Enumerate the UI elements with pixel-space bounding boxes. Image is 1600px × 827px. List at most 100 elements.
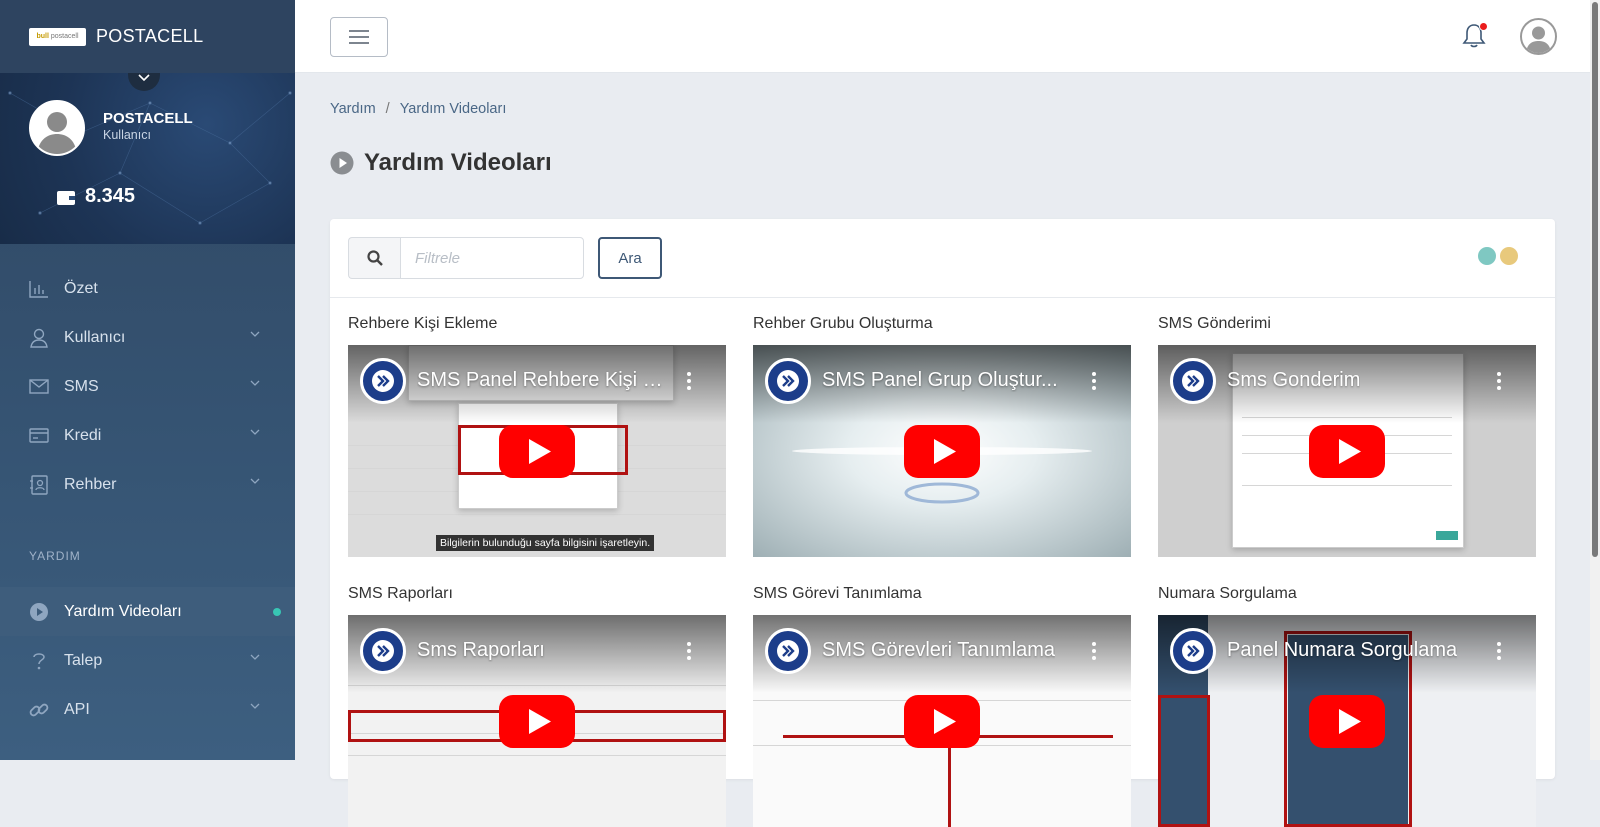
- thumbnail-line: [348, 514, 726, 515]
- channel-logo[interactable]: [765, 358, 811, 404]
- search-icon: [366, 250, 383, 266]
- channel-logo[interactable]: [360, 358, 406, 404]
- video-card-title: SMS Gönderimi: [1158, 315, 1271, 332]
- chevron-down-icon: [250, 331, 260, 337]
- profile-role: Kullanıcı: [103, 128, 151, 142]
- youtube-play-button[interactable]: [1309, 425, 1385, 478]
- profile-name: POSTACELL: [103, 110, 193, 127]
- more-options-icon[interactable]: [1092, 642, 1096, 660]
- wallet-icon: [57, 190, 75, 205]
- breadcrumb-separator: /: [385, 101, 390, 117]
- thumbnail-highlight-line: [948, 735, 951, 827]
- video-embed-title[interactable]: Panel Numara Sorgulama: [1227, 639, 1457, 662]
- youtube-play-button[interactable]: [499, 695, 575, 748]
- balance-value: 8.345: [85, 185, 136, 207]
- thumbnail-highlight: [1158, 695, 1210, 827]
- video-caption: Bilgilerin bulunduğu sayfa bilgisini işa…: [436, 535, 655, 551]
- avatar[interactable]: [29, 100, 85, 156]
- search-button[interactable]: Ara: [598, 237, 662, 279]
- notifications-button[interactable]: [1462, 22, 1488, 53]
- chevron-down-icon: [138, 74, 150, 82]
- more-options-icon[interactable]: [1497, 372, 1501, 390]
- active-indicator: [273, 608, 281, 616]
- channel-logo[interactable]: [1170, 628, 1216, 674]
- channel-logo[interactable]: [1170, 358, 1216, 404]
- sidebar-item-label: Kredi: [64, 426, 102, 444]
- youtube-play-button[interactable]: [1309, 695, 1385, 748]
- sidebar-item-talep[interactable]: Talep: [0, 636, 295, 685]
- fast-forward-icon: [372, 640, 394, 662]
- breadcrumb-root[interactable]: Yardım: [330, 101, 376, 117]
- scrollbar-thumb[interactable]: [1592, 2, 1598, 557]
- video-card: SMS Görevi Tanımlama SMS Görevleri Tanım…: [753, 585, 1131, 827]
- sidebar-nav: Özet Kullanıcı SMS Kredi Rehber YARDIM Y…: [0, 244, 295, 734]
- sidebar-item-rehber[interactable]: Rehber: [0, 460, 295, 509]
- breadcrumb-current[interactable]: Yardım Videoları: [400, 101, 507, 117]
- video-card: SMS Raporları Sms Raporları: [348, 585, 726, 827]
- user-icon: [29, 328, 49, 348]
- video-player[interactable]: Sms Gonderim: [1158, 345, 1536, 557]
- video-player[interactable]: SMS Panel Grup Oluştur...: [753, 345, 1131, 557]
- more-options-icon[interactable]: [1497, 642, 1501, 660]
- page-scrollbar[interactable]: [1590, 0, 1600, 760]
- sidebar-item-kredi[interactable]: Kredi: [0, 411, 295, 460]
- more-options-icon[interactable]: [687, 642, 691, 660]
- page-title-text: Yardım Videoları: [364, 149, 552, 176]
- sidebar-item-kullanici[interactable]: Kullanıcı: [0, 313, 295, 362]
- chevron-down-icon: [250, 478, 260, 484]
- sidebar-item-ozet[interactable]: Özet: [0, 264, 295, 313]
- video-card: SMS Gönderimi Sms Gonderim: [1158, 315, 1536, 557]
- more-options-icon[interactable]: [687, 372, 691, 390]
- question-icon: [29, 651, 49, 671]
- thumbnail-line: [1242, 485, 1452, 486]
- sidebar-item-yardim-videolari[interactable]: Yardım Videoları: [0, 587, 295, 636]
- network-background: [8, 91, 292, 225]
- video-embed-title[interactable]: SMS Panel Rehbere Kişi E...: [417, 369, 667, 392]
- more-options-icon[interactable]: [1092, 372, 1096, 390]
- video-player[interactable]: Sms Raporları: [348, 615, 726, 827]
- user-silhouette-icon: [1526, 26, 1551, 53]
- video-embed-title[interactable]: SMS Panel Grup Oluştur...: [822, 369, 1058, 392]
- video-embed-title[interactable]: Sms Gonderim: [1227, 369, 1360, 392]
- sidebar-item-label: API: [64, 700, 90, 718]
- sidebar-item-sms[interactable]: SMS: [0, 362, 295, 411]
- video-player[interactable]: Panel Numara Sorgulama: [1158, 615, 1536, 827]
- video-card-title: Rehbere Kişi Ekleme: [348, 315, 498, 332]
- channel-logo[interactable]: [765, 628, 811, 674]
- chevron-down-icon: [250, 429, 260, 435]
- menu-toggle-button[interactable]: [330, 17, 388, 57]
- hamburger-icon: [349, 36, 369, 38]
- chart-icon: [29, 279, 49, 299]
- filter-toolbar: Ara: [330, 219, 1555, 298]
- video-card: Rehber Grubu Oluşturma SMS Panel Grup Ol…: [753, 315, 1131, 557]
- video-card: Rehbere Kişi Ekleme SMS Panel Rehbere Ki…: [348, 315, 726, 557]
- youtube-play-button[interactable]: [499, 425, 575, 478]
- search-input[interactable]: [400, 237, 584, 279]
- credit-balance: 8.345: [56, 185, 135, 208]
- sidebar-item-label: SMS: [64, 377, 99, 395]
- contact-book-icon: [29, 474, 49, 495]
- video-embed-title[interactable]: SMS Görevleri Tanımlama: [822, 639, 1055, 662]
- video-player[interactable]: SMS Panel Rehbere Kişi E... Bilgilerin b…: [348, 345, 726, 557]
- brand-logo: bull postacell: [29, 27, 86, 46]
- brand[interactable]: bull postacell POSTACELL: [0, 0, 295, 73]
- chevron-down-icon: [250, 703, 260, 709]
- chevron-down-icon: [250, 380, 260, 386]
- video-card: Numara Sorgulama Panel Numara Sorgulama: [1158, 585, 1536, 827]
- fast-forward-icon: [1182, 640, 1204, 662]
- video-player[interactable]: SMS Görevleri Tanımlama: [753, 615, 1131, 827]
- sidebar-item-api[interactable]: API: [0, 685, 295, 734]
- sidebar-item-label: Talep: [64, 651, 103, 669]
- play-circle-icon: [330, 151, 354, 175]
- channel-logo[interactable]: [360, 628, 406, 674]
- credit-card-icon: [29, 426, 49, 446]
- status-dot-teal: [1478, 247, 1496, 265]
- user-menu-avatar[interactable]: [1520, 18, 1557, 55]
- sidebar-item-label: Yardım Videoları: [64, 602, 182, 620]
- youtube-play-button[interactable]: [904, 425, 980, 478]
- video-card-title: SMS Raporları: [348, 585, 453, 602]
- video-embed-title[interactable]: Sms Raporları: [417, 639, 545, 662]
- youtube-play-button[interactable]: [904, 695, 980, 748]
- brand-name: POSTACELL: [96, 26, 204, 46]
- hamburger-icon: [349, 42, 369, 44]
